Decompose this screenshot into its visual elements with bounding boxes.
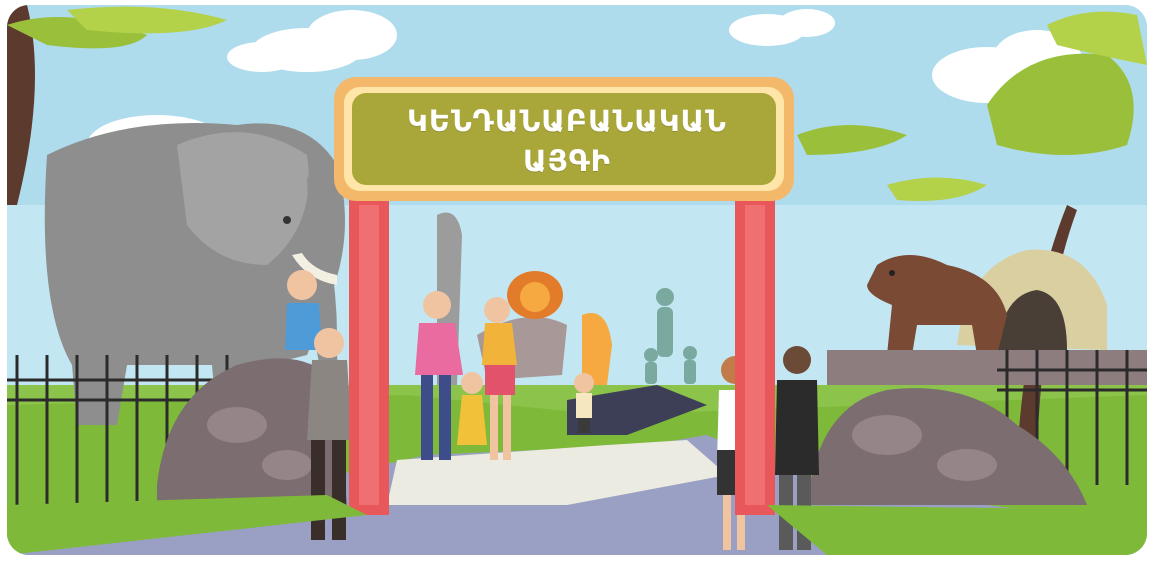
zoo-sign-text: ԿԵՆԴԱՆԱԲԱՆԱԿԱՆ ԱՅԳԻ (347, 101, 787, 181)
sign-line-2: ԱՅԳԻ (523, 144, 611, 178)
zoo-illustration: ԿԵՆԴԱՆԱԲԱՆԱԿԱՆ ԱՅԳԻ (7, 5, 1147, 555)
sign-line-1: ԿԵՆԴԱՆԱԲԱՆԱԿԱՆ (407, 104, 727, 138)
